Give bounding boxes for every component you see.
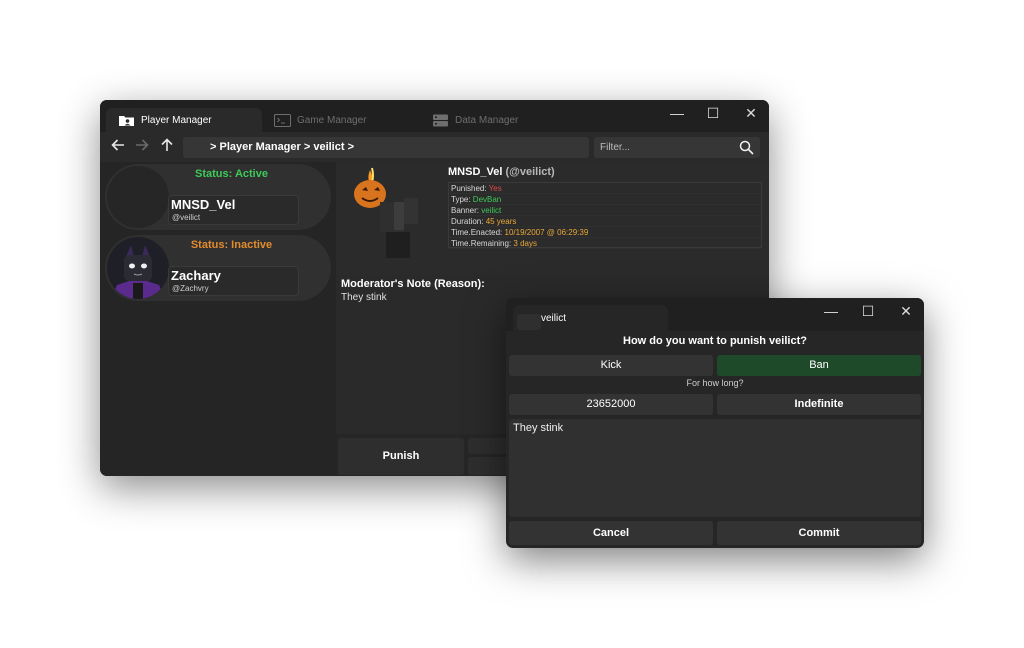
info-row: Banner: veilict <box>449 205 761 216</box>
reason-textarea[interactable]: They stink <box>509 419 921 517</box>
cancel-button[interactable]: Cancel <box>509 521 713 545</box>
dialog-tab[interactable]: veilict <box>513 305 668 331</box>
filter-box[interactable] <box>594 137 760 158</box>
info-value: DevBan <box>472 195 502 204</box>
close-button[interactable]: ✕ <box>732 100 769 126</box>
filter-input[interactable] <box>594 137 734 158</box>
title-bar: Player Manager Game Manager Data Manager… <box>100 100 769 132</box>
player-thumbnail-icon <box>517 314 541 330</box>
info-value: veilict <box>481 206 502 215</box>
duration-prompt: For how long? <box>686 378 744 388</box>
player-detail-header: MNSD_Vel (@veilict) Punished: Yes Type: D… <box>336 162 769 274</box>
punish-dialog: veilict — ☐ ✕ How do you want to punish … <box>506 298 924 548</box>
player-card[interactable]: Status: Inactive Zachary @Zachvry <box>105 235 331 301</box>
breadcrumb[interactable]: > Player Manager > veilict > <box>183 137 589 158</box>
info-label: Banner: <box>451 206 482 215</box>
indefinite-button[interactable]: Indefinite <box>717 394 921 415</box>
forward-arrow-icon[interactable] <box>132 137 152 157</box>
player-handle: @Zachvry <box>172 284 209 293</box>
ban-button[interactable]: Ban <box>717 355 921 376</box>
info-label: Type: <box>451 195 473 204</box>
info-label: Time.Enacted: <box>451 228 505 237</box>
status-label: Status: Inactive <box>190 239 273 251</box>
terminal-icon <box>274 113 291 127</box>
info-row: Punished: Yes <box>449 183 761 194</box>
tab-label: Data Manager <box>455 114 519 126</box>
tab-label: Game Manager <box>297 114 367 126</box>
tab-game-manager[interactable]: Game Manager <box>262 108 422 132</box>
info-row: Time.Remaining: 3 days <box>449 238 761 249</box>
minimize-button[interactable]: — <box>658 100 696 126</box>
note-text: They stink <box>341 292 387 303</box>
info-value: 10/19/2007 @ 06:29:39 <box>504 228 589 237</box>
info-value: 45 years <box>485 217 517 226</box>
tab-player-manager[interactable]: Player Manager <box>106 108 262 132</box>
address-bar: > Player Manager > veilict > <box>100 132 769 162</box>
tab-data-manager[interactable]: Data Manager <box>420 108 580 132</box>
dialog-tab-label: veilict <box>541 313 567 324</box>
player-list: Status: Active MNSD_Vel @veilict Status:… <box>100 162 336 476</box>
minimize-button[interactable]: — <box>812 298 850 324</box>
player-name: MNSD_Vel <box>171 197 236 212</box>
player-card[interactable]: Status: Active MNSD_Vel @veilict <box>105 164 331 230</box>
database-icon <box>432 114 449 127</box>
info-label: Duration: <box>451 217 486 226</box>
info-row: Time.Enacted: 10/19/2007 @ 06:29:39 <box>449 227 761 238</box>
punishment-info-table: Punished: Yes Type: DevBan Banner: veilict… <box>448 182 762 249</box>
search-icon[interactable] <box>739 140 754 155</box>
player-name-box: MNSD_Vel @veilict <box>168 195 299 225</box>
info-label: Punished: <box>451 184 489 193</box>
info-value: 3 days <box>513 239 537 248</box>
note-title: Moderator's Note (Reason): <box>341 278 485 290</box>
info-label: Time.Remaining: <box>451 239 514 248</box>
tab-label: Player Manager <box>141 114 212 126</box>
action-button[interactable] <box>468 438 508 454</box>
player-name-box: Zachary @Zachvry <box>168 266 299 296</box>
detail-handle: (@veilict) <box>505 166 555 178</box>
maximize-button[interactable]: ☐ <box>694 100 732 126</box>
close-button[interactable]: ✕ <box>887 298 924 324</box>
detail-name: MNSD_Vel <box>448 166 503 178</box>
dialog-title-bar: veilict — ☐ ✕ <box>506 298 924 331</box>
status-label: Status: Active <box>195 168 268 180</box>
avatar <box>107 166 169 228</box>
punish-question: How do you want to punish veilict? <box>623 335 807 347</box>
character-avatar <box>350 164 422 260</box>
info-value: Yes <box>488 184 502 193</box>
player-handle: @veilict <box>172 213 201 222</box>
commit-button[interactable]: Commit <box>717 521 921 545</box>
punish-button[interactable]: Punish <box>338 438 464 475</box>
detail-player-name: MNSD_Vel (@veilict) <box>448 166 555 178</box>
avatar <box>107 237 169 299</box>
player-folder-icon <box>118 114 135 127</box>
up-arrow-icon[interactable] <box>157 137 177 157</box>
info-row: Duration: 45 years <box>449 216 761 227</box>
maximize-button[interactable]: ☐ <box>849 298 887 324</box>
duration-input[interactable]: 23652000 <box>509 394 713 415</box>
back-arrow-icon[interactable] <box>108 137 128 157</box>
info-row: Type: DevBan <box>449 194 761 205</box>
player-name: Zachary <box>171 268 221 283</box>
kick-button[interactable]: Kick <box>509 355 713 376</box>
action-button[interactable] <box>468 457 508 475</box>
